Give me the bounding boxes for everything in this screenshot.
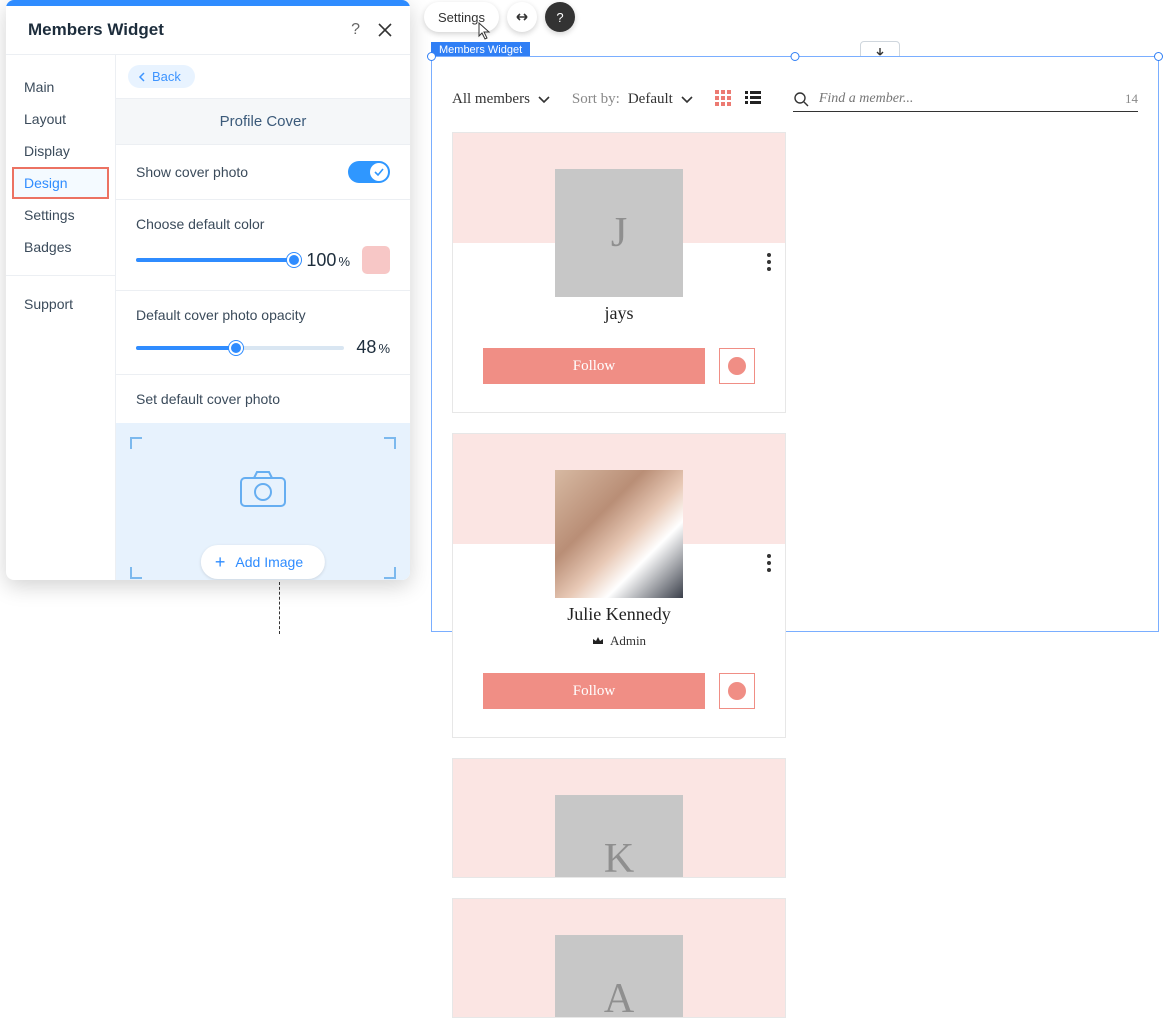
sidebar-item-display[interactable]: Display bbox=[6, 135, 115, 167]
sortby-label: Sort by: bbox=[572, 91, 620, 108]
search-field[interactable]: 14 bbox=[793, 87, 1138, 112]
show-cover-label: Show cover photo bbox=[136, 164, 248, 180]
opacity-slider[interactable] bbox=[136, 346, 344, 350]
add-image-button[interactable]: + Add Image bbox=[201, 545, 325, 579]
follow-button[interactable]: Follow bbox=[483, 348, 705, 384]
crop-corner-icon bbox=[130, 567, 142, 579]
more-icon[interactable] bbox=[767, 554, 771, 572]
scope-label: All members bbox=[452, 91, 530, 108]
crown-icon bbox=[592, 636, 604, 646]
selection-handle[interactable] bbox=[427, 52, 436, 61]
member-count: 14 bbox=[1125, 91, 1138, 107]
crop-corner-icon bbox=[384, 437, 396, 449]
grid-view-icon[interactable] bbox=[715, 90, 731, 110]
member-cards: J jays Follow Julie Kennedy Admin bbox=[432, 132, 1158, 1018]
plus-icon: + bbox=[215, 553, 226, 571]
list-view-icon[interactable] bbox=[745, 90, 761, 110]
panel-sidebar: Main Layout Display Design Settings Badg… bbox=[6, 55, 116, 580]
row-set-photo: Set default cover photo bbox=[116, 375, 410, 423]
member-card[interactable]: Julie Kennedy Admin Follow bbox=[452, 433, 786, 738]
scope-dropdown[interactable]: All members bbox=[452, 91, 550, 108]
chat-button[interactable] bbox=[719, 348, 755, 384]
widget-frame[interactable]: All members Sort by: Default 14 bbox=[431, 56, 1159, 632]
avatar-initial: A bbox=[555, 935, 683, 1018]
stretch-icon[interactable] bbox=[507, 2, 537, 32]
chevron-down-icon bbox=[538, 96, 550, 104]
default-cover-dropzone[interactable]: + Add Image bbox=[116, 423, 410, 580]
connector-line bbox=[279, 582, 280, 634]
sidebar-item-support[interactable]: Support bbox=[6, 288, 115, 320]
choose-color-label: Choose default color bbox=[136, 216, 390, 232]
sort-value: Default bbox=[628, 91, 673, 108]
selection-handle[interactable] bbox=[791, 52, 800, 61]
panel-title: Members Widget bbox=[28, 20, 164, 40]
panel-content: Back Profile Cover Show cover photo Choo… bbox=[116, 55, 410, 580]
help-chip-icon[interactable]: ? bbox=[545, 2, 575, 32]
back-label: Back bbox=[152, 69, 181, 84]
color-swatch[interactable] bbox=[362, 246, 390, 274]
back-button[interactable]: Back bbox=[128, 65, 195, 88]
member-card[interactable]: A bbox=[452, 898, 786, 1018]
color-value: 100 bbox=[306, 250, 336, 271]
sidebar-item-layout[interactable]: Layout bbox=[6, 103, 115, 135]
show-cover-toggle[interactable] bbox=[348, 161, 390, 183]
search-icon bbox=[793, 91, 809, 107]
help-icon[interactable]: ? bbox=[351, 21, 360, 39]
section-title: Profile Cover bbox=[116, 98, 410, 145]
settings-panel: Members Widget ? Main Layout Display Des… bbox=[6, 0, 410, 580]
sidebar-divider bbox=[6, 275, 115, 276]
member-card[interactable]: K bbox=[452, 758, 786, 878]
crop-corner-icon bbox=[384, 567, 396, 579]
row-show-cover: Show cover photo bbox=[116, 145, 410, 200]
settings-chip[interactable]: Settings bbox=[424, 2, 499, 32]
crop-corner-icon bbox=[130, 437, 142, 449]
sidebar-item-badges[interactable]: Badges bbox=[6, 231, 115, 263]
filters-bar: All members Sort by: Default 14 bbox=[432, 57, 1158, 132]
member-name: jays bbox=[453, 303, 785, 324]
floating-toolbar: Settings ? bbox=[424, 2, 575, 32]
sidebar-item-design[interactable]: Design bbox=[12, 167, 109, 199]
color-slider[interactable] bbox=[136, 258, 294, 262]
follow-button[interactable]: Follow bbox=[483, 673, 705, 709]
avatar-photo bbox=[555, 470, 683, 598]
opacity-unit: % bbox=[378, 341, 390, 356]
chat-icon bbox=[728, 357, 746, 375]
panel-header: Members Widget ? bbox=[6, 6, 410, 55]
selection-handle[interactable] bbox=[1154, 52, 1163, 61]
more-icon[interactable] bbox=[767, 253, 771, 271]
set-photo-label: Set default cover photo bbox=[136, 391, 280, 407]
avatar-initial: K bbox=[555, 795, 683, 878]
member-card[interactable]: J jays Follow bbox=[452, 132, 786, 413]
check-icon bbox=[374, 167, 384, 177]
chevron-down-icon bbox=[681, 96, 693, 104]
close-icon[interactable] bbox=[378, 23, 392, 37]
member-name: Julie Kennedy bbox=[453, 604, 785, 625]
search-input[interactable] bbox=[819, 91, 1115, 107]
add-image-label: Add Image bbox=[235, 554, 303, 570]
sidebar-item-main[interactable]: Main bbox=[6, 71, 115, 103]
sort-dropdown[interactable]: Default bbox=[628, 91, 693, 108]
opacity-label: Default cover photo opacity bbox=[136, 307, 390, 323]
color-unit: % bbox=[338, 254, 350, 269]
opacity-value: 48 bbox=[356, 337, 376, 358]
chat-button[interactable] bbox=[719, 673, 755, 709]
avatar-initial: J bbox=[555, 169, 683, 297]
row-opacity: Default cover photo opacity 48 % bbox=[116, 291, 410, 375]
member-role: Admin bbox=[453, 633, 785, 649]
chat-icon bbox=[728, 682, 746, 700]
toggle-knob bbox=[370, 163, 388, 181]
chevron-left-icon bbox=[138, 72, 146, 82]
sidebar-item-settings[interactable]: Settings bbox=[6, 199, 115, 231]
row-default-color: Choose default color 100 % bbox=[116, 200, 410, 291]
camera-icon bbox=[238, 469, 288, 514]
